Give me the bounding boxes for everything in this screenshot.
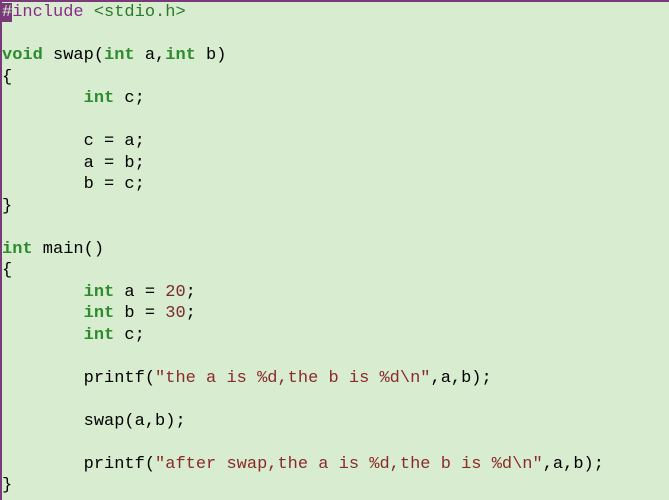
fn-main-sig: main() (33, 240, 104, 259)
fn-swap-sig: swap( (43, 46, 104, 65)
kw-int: int (2, 240, 33, 259)
kw-int: int (84, 326, 115, 345)
cursor: # (2, 3, 12, 22)
stmt-assign: a = b; (84, 154, 145, 173)
header-name: <stdio.h> (94, 3, 186, 22)
decl-b: b = (114, 304, 165, 323)
kw-int: int (84, 304, 115, 323)
kw-int: int (165, 46, 196, 65)
num-literal: 20 (165, 283, 185, 302)
num-literal: 30 (165, 304, 185, 323)
kw-void: void (2, 46, 43, 65)
stmt-assign: b = c; (84, 175, 145, 194)
param-b: b) (196, 46, 227, 65)
brace-open: { (2, 68, 12, 87)
param-a: a, (135, 46, 166, 65)
call-args: ,a,b); (431, 369, 492, 388)
call-printf: printf( (84, 369, 155, 388)
brace-close: } (2, 476, 12, 495)
kw-int: int (84, 89, 115, 108)
stmt-assign: c = a; (84, 132, 145, 151)
call-printf: printf( (84, 455, 155, 474)
call-swap: swap(a,b); (84, 412, 186, 431)
string-literal: "after swap,the a is %d,the b is %d\n" (155, 455, 543, 474)
semi: ; (186, 283, 196, 302)
brace-open: { (2, 261, 12, 280)
decl-c: c; (114, 326, 145, 345)
code-editor[interactable]: #include <stdio.h> void swap(int a,int b… (2, 2, 669, 497)
call-args: ,a,b); (543, 455, 604, 474)
string-literal: "the a is %d,the b is %d\n" (155, 369, 430, 388)
kw-int: int (84, 283, 115, 302)
semi: ; (186, 304, 196, 323)
kw-int: int (104, 46, 135, 65)
decl-c: c; (114, 89, 145, 108)
brace-close: } (2, 197, 12, 216)
preproc-include: include (12, 3, 94, 22)
decl-a: a = (114, 283, 165, 302)
